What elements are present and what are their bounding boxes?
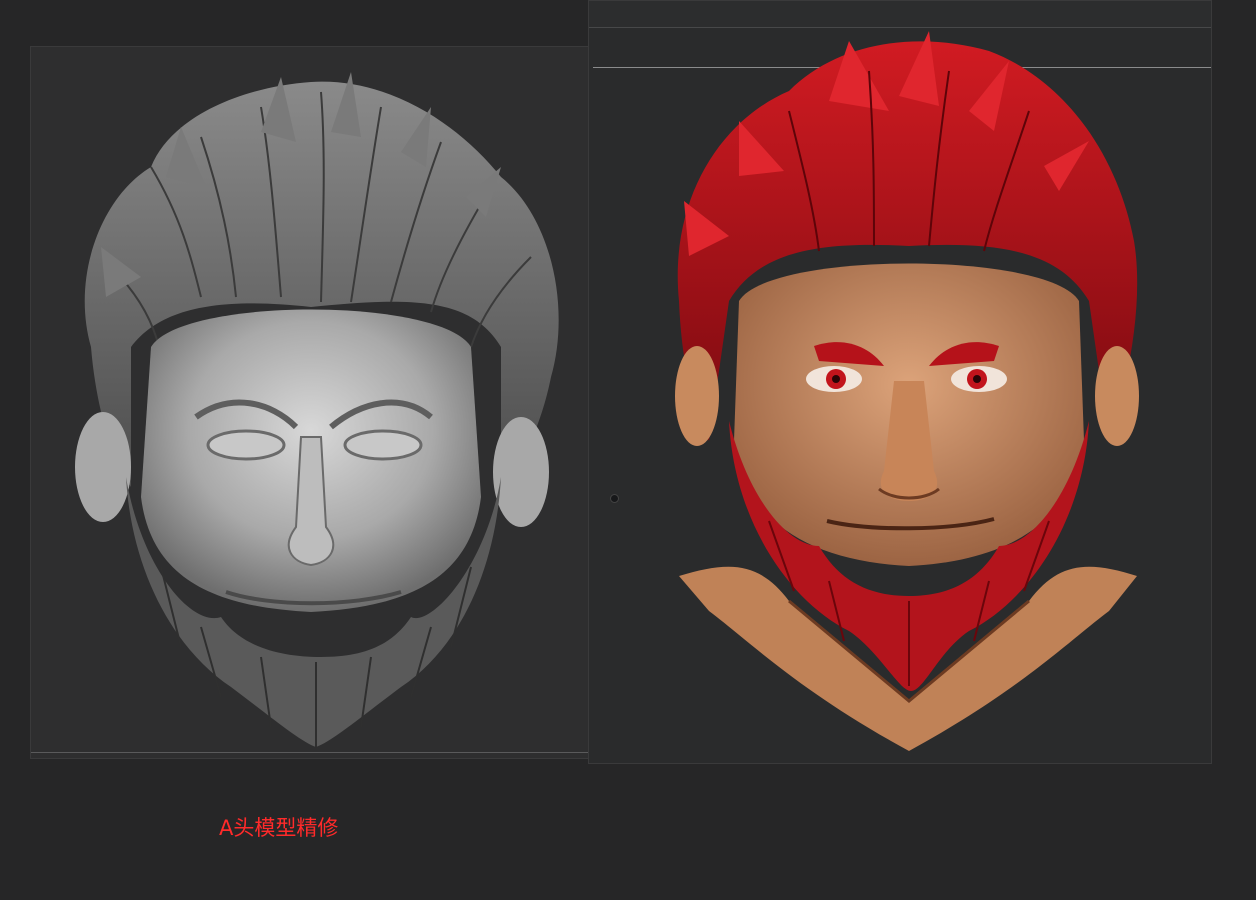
concept-head-image xyxy=(675,31,1139,751)
concept-art-viewport xyxy=(588,0,1212,764)
divider-line xyxy=(31,752,590,753)
sculpt-head-image xyxy=(75,72,559,747)
sculpt-viewport xyxy=(30,46,591,759)
caption-label: A头模型精修 xyxy=(219,816,339,840)
